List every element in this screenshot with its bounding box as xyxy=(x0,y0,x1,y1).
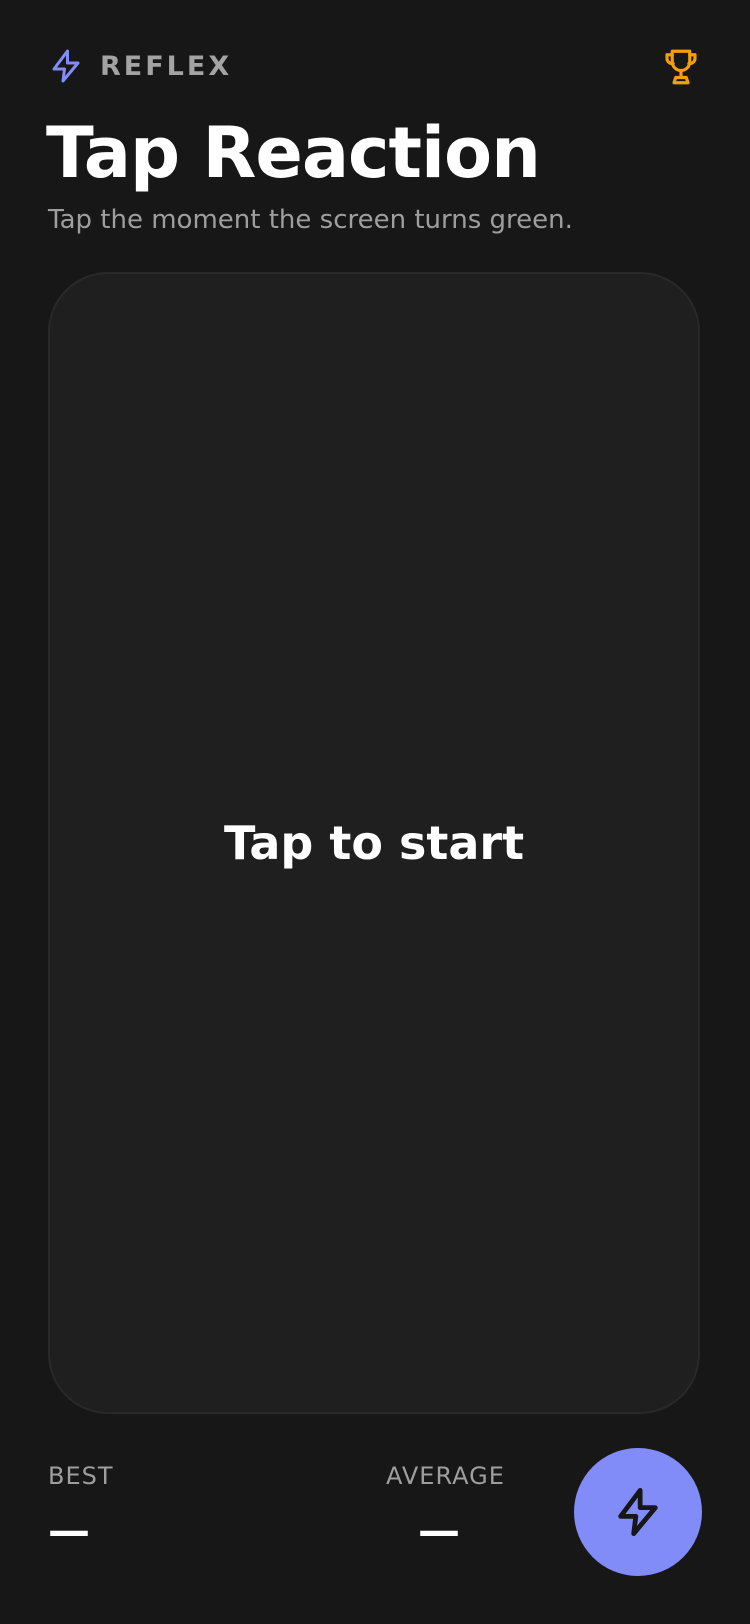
average-stat: AVERAGE — xyxy=(386,1462,505,1552)
tap-prompt: Tap to start xyxy=(223,816,525,870)
page-subtitle: Tap the moment the screen turns green. xyxy=(48,205,573,235)
reaction-tap-area[interactable]: Tap to start xyxy=(48,272,700,1414)
average-value: — xyxy=(418,1506,460,1555)
best-label: BEST xyxy=(48,1462,114,1490)
page-title: Tap Reaction xyxy=(46,112,541,194)
average-label: AVERAGE xyxy=(386,1462,505,1490)
brand-name: REFLEX xyxy=(100,50,233,82)
best-value: — xyxy=(48,1506,90,1555)
start-fab-button[interactable] xyxy=(574,1448,702,1576)
bolt-icon xyxy=(48,46,84,86)
bolt-icon xyxy=(612,1484,664,1540)
brand: REFLEX xyxy=(48,46,232,86)
trophy-icon[interactable] xyxy=(660,46,702,88)
best-stat: BEST — xyxy=(48,1462,114,1552)
